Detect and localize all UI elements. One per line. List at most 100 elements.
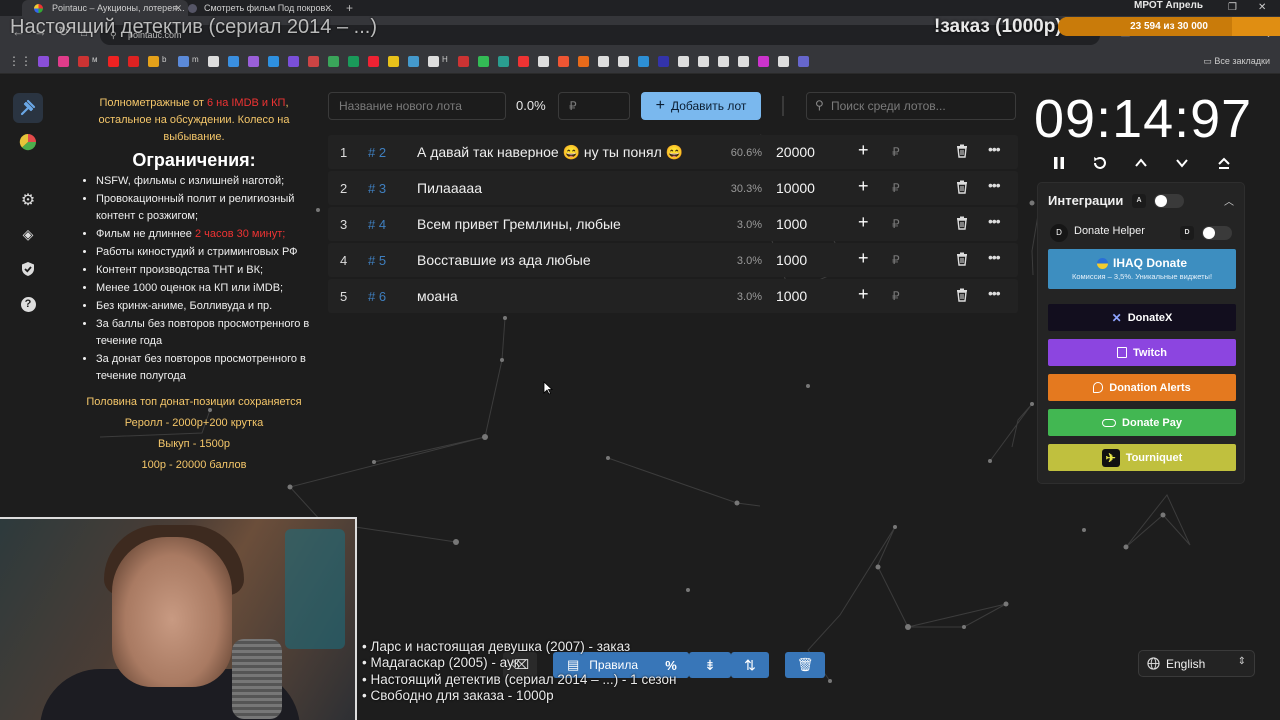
bookmark-favicon-icon[interactable] [698,56,709,67]
donate-pay-button[interactable]: Donate Pay [1048,409,1236,436]
lot-name[interactable]: Пилааааа [417,180,482,196]
restore-window-icon[interactable]: ❐ [1228,0,1237,16]
bookmark-favicon-icon[interactable] [148,56,159,67]
lot-search-box[interactable]: ⚲ [806,92,1016,120]
bookmark-favicon-icon[interactable] [328,56,339,67]
sort-button[interactable]: ⇅ [731,652,769,678]
lot-name[interactable]: Всем привет Гремлины, любые [417,216,621,232]
lot-currency-input[interactable]: ₽ [892,253,900,267]
lot-price-input[interactable] [558,92,630,120]
sidebar-wheel-button[interactable] [13,127,43,157]
bookmark-favicon-icon[interactable] [288,56,299,67]
close-tab-icon[interactable]: ✕ [324,0,332,16]
bookmark-label[interactable]: m [192,55,199,64]
lot-more-icon[interactable]: ••• [988,141,1001,157]
bookmark-favicon-icon[interactable] [308,56,319,67]
lot-more-icon[interactable]: ••• [988,213,1001,229]
donate-helper-toggle[interactable] [1202,226,1232,240]
sidebar-layers-button[interactable]: ◈ [13,219,43,249]
bookmark-favicon-icon[interactable] [58,56,69,67]
sidebar-help-button[interactable]: ? [13,289,43,319]
bookmark-favicon-icon[interactable] [408,56,419,67]
lot-amount[interactable]: 1000 [776,288,807,304]
all-bookmarks-button[interactable]: ▭ Все закладки [1203,56,1270,67]
bookmark-favicon-icon[interactable] [718,56,729,67]
bookmark-favicon-icon[interactable] [578,56,589,67]
bookmark-favicon-icon[interactable] [498,56,509,67]
lot-row[interactable]: 3 # 4 Всем привет Гремлины, любые 3.0% 1000 +… [328,207,1018,241]
bookmark-favicon-icon[interactable] [618,56,629,67]
sidebar-auction-button[interactable] [13,93,43,123]
bookmark-favicon-icon[interactable] [78,56,89,67]
lot-currency-input[interactable]: ₽ [892,181,900,195]
lot-currency-input[interactable]: ₽ [892,217,900,231]
bookmark-favicon-icon[interactable] [348,56,359,67]
bookmark-label[interactable]: H [442,55,448,64]
bookmark-favicon-icon[interactable] [778,56,789,67]
add-to-lot-plus-icon[interactable]: + [858,140,869,161]
bookmark-favicon-icon[interactable] [798,56,809,67]
lot-amount[interactable]: 1000 [776,252,807,268]
lot-row[interactable]: 1 # 2 А давай так наверное 😄 ну ты понял 😄… [328,135,1018,169]
add-to-lot-plus-icon[interactable]: + [858,248,869,269]
new-tab-icon[interactable]: + [346,0,353,16]
bookmark-favicon-icon[interactable] [108,56,119,67]
pause-button[interactable] [1049,153,1069,173]
bookmark-favicon-icon[interactable] [38,56,49,67]
bookmark-favicon-icon[interactable] [228,56,239,67]
delete-lot-trash-icon[interactable] [956,144,968,163]
sidebar-shield-button[interactable] [13,254,43,284]
bookmark-favicon-icon[interactable] [268,56,279,67]
add-to-lot-plus-icon[interactable]: + [858,212,869,233]
donatex-button[interactable]: ✕ DonateX [1048,304,1236,331]
bookmark-favicon-icon[interactable] [478,56,489,67]
apps-grid-icon[interactable]: ⋮⋮ [8,54,32,68]
compact-view-button[interactable]: ⇟ [689,652,731,678]
lot-amount[interactable]: 10000 [776,180,815,196]
bookmark-favicon-icon[interactable] [638,56,649,67]
lot-currency-input[interactable]: ₽ [892,289,900,303]
tourniquet-button[interactable]: ✈ Tourniquet [1048,444,1236,471]
bookmark-favicon-icon[interactable] [678,56,689,67]
delete-lot-trash-icon[interactable] [956,252,968,271]
delete-lot-trash-icon[interactable] [956,216,968,235]
bookmark-favicon-icon[interactable] [518,56,529,67]
twitch-button[interactable]: Twitch [1048,339,1236,366]
lot-row[interactable]: 5 # 6 моана 3.0% 1000 + ₽ ••• [328,279,1018,313]
delete-lot-trash-icon[interactable] [956,288,968,307]
lot-name[interactable]: Восставшие из ада любые [417,252,591,268]
bookmark-favicon-icon[interactable] [538,56,549,67]
bookmark-favicon-icon[interactable] [178,56,189,67]
timer-double-increase-button[interactable] [1214,153,1234,173]
lot-name-input[interactable] [328,92,506,120]
bookmark-favicon-icon[interactable] [658,56,669,67]
lot-name[interactable]: А давай так наверное 😄 ну ты понял 😄 [417,144,683,161]
integrations-toggle[interactable] [1154,194,1184,208]
lot-row[interactable]: 2 # 3 Пилааааа 30.3% 10000 + ₽ ••• [328,171,1018,205]
lot-amount[interactable]: 1000 [776,216,807,232]
sidebar-settings-button[interactable]: ⚙ [13,185,43,215]
bookmark-favicon-icon[interactable] [758,56,769,67]
bookmark-favicon-icon[interactable] [558,56,569,67]
lot-more-icon[interactable]: ••• [988,285,1001,301]
bookmark-favicon-icon[interactable] [738,56,749,67]
bookmark-favicon-icon[interactable] [388,56,399,67]
browser-tab-pointauc[interactable]: Pointauc – Аукционы, лотерея... ✕ [22,0,188,16]
collapse-chevron-icon[interactable]: ︿ [1224,193,1234,208]
bookmark-favicon-icon[interactable] [248,56,259,67]
donation-alerts-button[interactable]: Donation Alerts [1048,374,1236,401]
lot-row[interactable]: 4 # 5 Восставшие из ада любые 3.0% 1000 + ₽ ••• [328,243,1018,277]
lot-more-icon[interactable]: ••• [988,249,1001,265]
lot-name[interactable]: моана [417,288,458,304]
timer-increase-button[interactable] [1131,153,1151,173]
bookmark-favicon-icon[interactable] [368,56,379,67]
bookmark-label[interactable]: м [92,55,98,64]
bookmark-favicon-icon[interactable] [128,56,139,67]
ihaq-donate-button[interactable]: IHAQ Donate Комиссия – 3,5%. Уникальные … [1048,249,1236,289]
timer-decrease-button[interactable] [1172,153,1192,173]
lot-currency-input[interactable]: ₽ [892,145,900,159]
lot-amount[interactable]: 20000 [776,144,815,160]
add-to-lot-plus-icon[interactable]: + [858,176,869,197]
delete-all-button[interactable]: 🗑 [785,652,825,678]
add-to-lot-plus-icon[interactable]: + [858,284,869,305]
